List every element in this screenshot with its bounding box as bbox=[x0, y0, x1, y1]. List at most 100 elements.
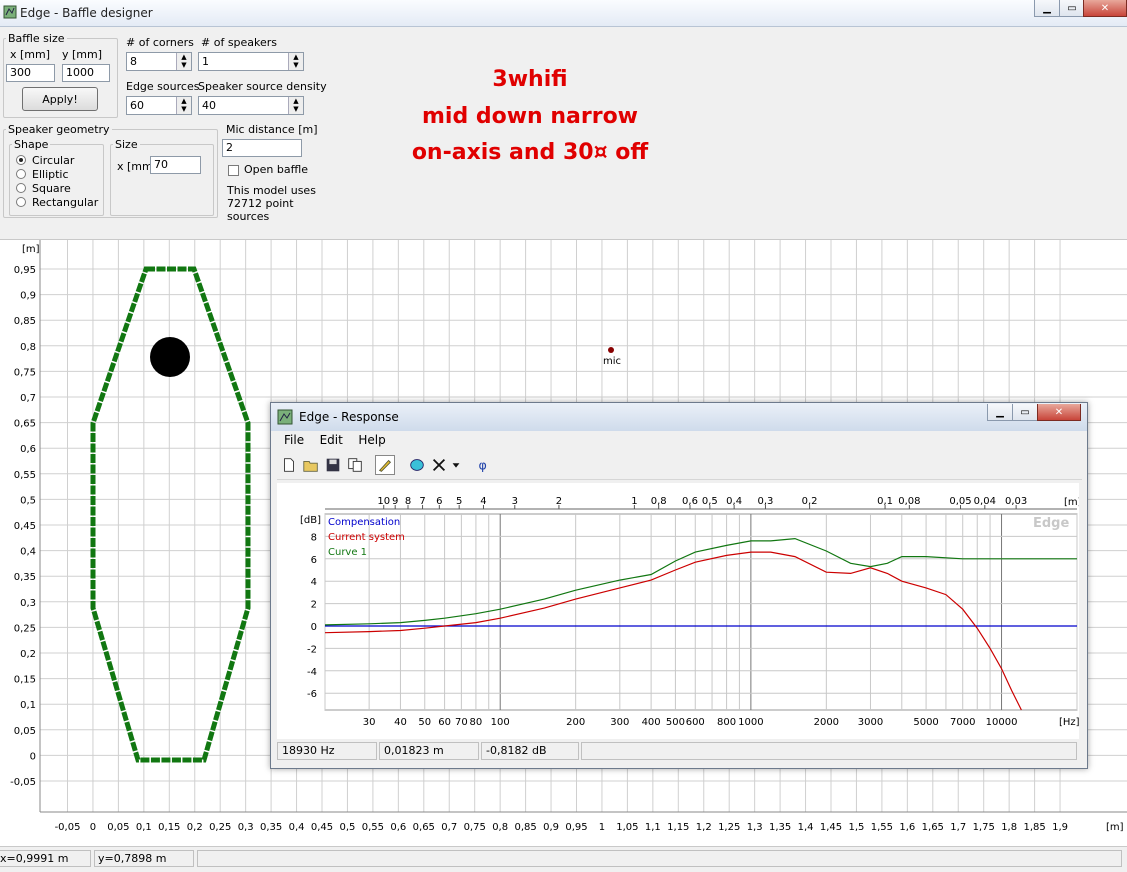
speakers-spinner[interactable]: 1 ▲ ▼ bbox=[198, 52, 304, 71]
baffle-x-tick-label: 0,7 bbox=[441, 822, 457, 833]
response-status-level: -0,8182 dB bbox=[481, 742, 579, 760]
baffle-x-tick-label: 1,8 bbox=[1001, 822, 1017, 833]
baffle-y-tick-label: 0,95 bbox=[14, 265, 36, 276]
spinner-arrows-icon[interactable]: ▲ ▼ bbox=[176, 97, 191, 114]
baffle-x-tick-label: 1,1 bbox=[645, 822, 661, 833]
mic-label: mic bbox=[603, 356, 621, 367]
delete-icon[interactable] bbox=[429, 455, 449, 475]
speakers-label: # of speakers bbox=[201, 36, 278, 49]
shape-rectangular-label: Rectangular bbox=[32, 196, 99, 209]
app-icon bbox=[3, 5, 17, 19]
size-group: Size bbox=[110, 138, 214, 216]
response-minimize-button[interactable]: ▁ bbox=[987, 404, 1013, 421]
speaker-driver[interactable] bbox=[150, 337, 190, 377]
window-title: Edge - Baffle designer bbox=[20, 6, 153, 20]
shape-circular-radio[interactable] bbox=[16, 155, 26, 165]
baffle-x-tick-label: 1,9 bbox=[1052, 822, 1068, 833]
response-top-tick-label: 0,3 bbox=[758, 496, 774, 507]
apply-button[interactable]: Apply! bbox=[22, 87, 98, 111]
baffle-x-input[interactable]: 300 bbox=[6, 64, 55, 82]
response-x-tick-label: 1000 bbox=[738, 717, 763, 728]
response-window[interactable]: Edge - Response ▁ ▭ ✕ File Edit Help φ 1… bbox=[270, 402, 1088, 769]
response-top-tick-label: 0,4 bbox=[726, 496, 742, 507]
speaker-density-spinner[interactable]: 40 ▲ ▼ bbox=[198, 96, 304, 115]
mic-marker-icon[interactable] bbox=[608, 347, 614, 353]
corners-spinner[interactable]: 8 ▲ ▼ bbox=[126, 52, 192, 71]
baffle-y-input[interactable]: 1000 bbox=[62, 64, 110, 82]
response-top-tick-label: 0,05 bbox=[949, 496, 971, 507]
baffle-x-tick-label: 1,75 bbox=[973, 822, 995, 833]
response-x-tick-label: 2000 bbox=[814, 717, 839, 728]
response-top-tick-label: 2 bbox=[556, 496, 562, 507]
response-close-button[interactable]: ✕ bbox=[1037, 404, 1081, 421]
response-y-tick-label: -2 bbox=[307, 644, 317, 655]
phase-icon[interactable]: φ bbox=[473, 455, 493, 475]
baffle-x-tick-label: 0,8 bbox=[492, 822, 508, 833]
edge-sources-value: 60 bbox=[130, 99, 144, 112]
response-x-tick-label: 10000 bbox=[986, 717, 1018, 728]
response-maximize-button[interactable]: ▭ bbox=[1012, 404, 1038, 421]
response-x-tick-label: 3000 bbox=[858, 717, 883, 728]
spinner-arrows-icon[interactable]: ▲ ▼ bbox=[288, 53, 303, 70]
open-folder-icon[interactable] bbox=[301, 455, 321, 475]
copy-icon[interactable] bbox=[345, 455, 365, 475]
baffle-x-tick-label: 1,3 bbox=[747, 822, 763, 833]
open-baffle-checkbox[interactable] bbox=[228, 165, 239, 176]
baffle-x-tick-label: 0,05 bbox=[107, 822, 129, 833]
dropdown-arrow-icon[interactable] bbox=[449, 455, 463, 475]
pencil-icon[interactable] bbox=[375, 455, 395, 475]
baffle-x-label: x [mm] bbox=[10, 48, 51, 61]
baffle-y-tick-label: 0,7 bbox=[20, 393, 36, 404]
response-x-tick-label: 50 bbox=[418, 717, 431, 728]
baffle-x-tick-label: 0,55 bbox=[362, 822, 384, 833]
baffle-y-tick-label: 0,25 bbox=[14, 623, 36, 634]
response-y-tick-label: 6 bbox=[311, 555, 317, 566]
spinner-arrows-icon[interactable]: ▲ ▼ bbox=[288, 97, 303, 114]
baffle-x-tick-label: 1,65 bbox=[922, 822, 944, 833]
phase-glyph: φ bbox=[479, 458, 487, 473]
baffle-y-tick-label: 0,1 bbox=[20, 700, 36, 711]
baffle-x-tick-label: 0,45 bbox=[311, 822, 333, 833]
baffle-x-tick-label: 0,4 bbox=[289, 822, 305, 833]
response-top-tick-label: 0,2 bbox=[802, 496, 818, 507]
response-top-tick-label: 0,8 bbox=[651, 496, 667, 507]
save-icon[interactable] bbox=[323, 455, 343, 475]
menu-edit[interactable]: Edit bbox=[320, 433, 343, 447]
speaker-icon[interactable] bbox=[407, 455, 427, 475]
response-status-bar: 18930 Hz 0,01823 m -0,8182 dB bbox=[277, 742, 1079, 762]
size-x-input[interactable]: 70 bbox=[150, 156, 201, 174]
baffle-x-tick-label: 1,35 bbox=[769, 822, 791, 833]
new-file-icon[interactable] bbox=[279, 455, 299, 475]
annotation-line1: 3whifi bbox=[492, 67, 568, 92]
shape-square-radio[interactable] bbox=[16, 183, 26, 193]
baffle-y-tick-label: -0,05 bbox=[10, 777, 36, 788]
response-top-tick-label: 0,1 bbox=[877, 496, 893, 507]
mic-distance-label: Mic distance [m] bbox=[226, 123, 318, 136]
close-button[interactable]: ✕ bbox=[1083, 0, 1127, 17]
response-y-tick-label: 4 bbox=[311, 577, 317, 588]
baffle-y-tick-label: 0,4 bbox=[20, 547, 36, 558]
edge-sources-spinner[interactable]: 60 ▲ ▼ bbox=[126, 96, 192, 115]
shape-elliptic-radio[interactable] bbox=[16, 169, 26, 179]
response-title: Edge - Response bbox=[299, 410, 399, 424]
menu-file[interactable]: File bbox=[284, 433, 304, 447]
mic-distance-input[interactable]: 2 bbox=[222, 139, 302, 157]
spinner-arrows-icon[interactable]: ▲ ▼ bbox=[176, 53, 191, 70]
response-top-tick-label: 9 bbox=[392, 496, 398, 507]
response-y-unit: [dB] bbox=[300, 515, 321, 526]
response-x-tick-label: 60 bbox=[438, 717, 451, 728]
baffle-x-tick-label: 0,85 bbox=[514, 822, 536, 833]
baffle-x-tick-label: 1,85 bbox=[1023, 822, 1045, 833]
response-top-tick-label: 0,04 bbox=[974, 496, 996, 507]
shape-elliptic-label: Elliptic bbox=[32, 168, 69, 181]
response-status-dist: 0,01823 m bbox=[379, 742, 479, 760]
response-x-unit: [Hz] bbox=[1059, 717, 1079, 728]
response-chart[interactable]: 10 9 8 7 6 5 4 3 2 1 0,8 0,6 0,5 0,4 0,3 0,2 0,1 0,08 0,05… bbox=[277, 483, 1079, 739]
shape-square-label: Square bbox=[32, 182, 71, 195]
menu-help[interactable]: Help bbox=[358, 433, 385, 447]
response-top-tick-label: 0,6 bbox=[682, 496, 698, 507]
response-top-tick-label: 10 bbox=[377, 496, 390, 507]
maximize-button[interactable]: ▭ bbox=[1059, 0, 1085, 17]
shape-rectangular-radio[interactable] bbox=[16, 197, 26, 207]
minimize-button[interactable]: ▁ bbox=[1034, 0, 1060, 17]
